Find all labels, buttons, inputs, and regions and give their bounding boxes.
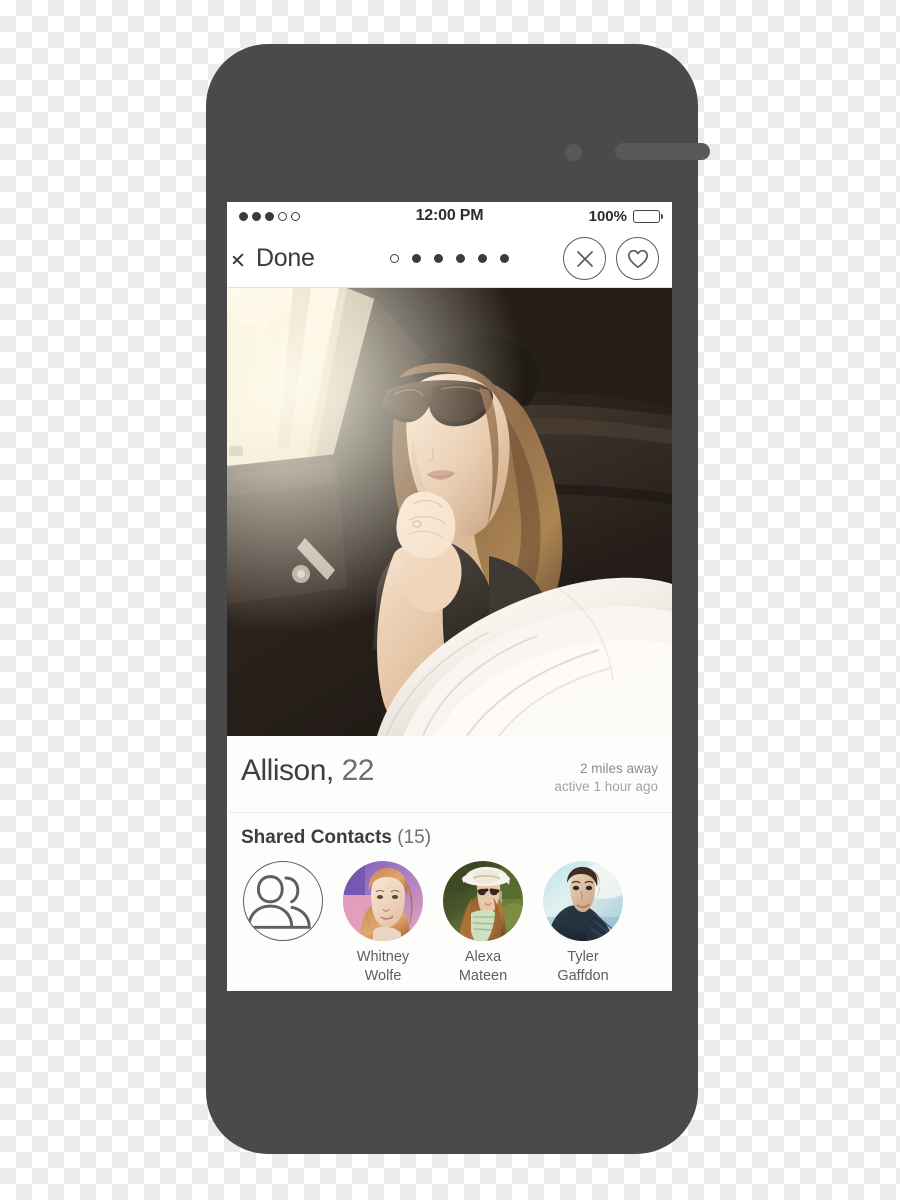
profile-name-age: Allison, 22 — [241, 754, 374, 788]
shared-contacts-label: Shared Contacts — [241, 827, 392, 849]
done-back-button[interactable]: Done — [240, 244, 315, 273]
navigation-bar: Done — [227, 230, 672, 288]
profile-meta: 2 miles away active 1 hour ago — [554, 754, 658, 796]
page-dot-1[interactable] — [390, 254, 399, 263]
heart-icon — [627, 249, 648, 268]
front-camera-icon — [565, 144, 582, 161]
nav-action-buttons — [563, 237, 659, 280]
profile-age-text: 22 — [341, 754, 375, 787]
profile-last-active: active 1 hour ago — [554, 779, 658, 795]
shared-contact-item[interactable]: Whitney Wolfe — [341, 861, 425, 985]
shared-contact-item[interactable]: Tyler Gaffdon — [541, 861, 625, 985]
page-dot-4[interactable] — [456, 254, 465, 263]
shared-contacts-list: Whitney Wolfe Alexa Mateen Tyler Gaffdon — [227, 849, 672, 985]
whitney-avatar-image — [343, 861, 423, 942]
status-bar: 12:00 PM 100% — [227, 202, 672, 230]
alexa-avatar-image — [443, 861, 523, 942]
whitney-avatar — [343, 861, 423, 942]
shared-contacts-heading: Shared Contacts (15) — [227, 813, 672, 849]
contact-first-name: Tyler — [567, 949, 599, 966]
contact-name: Whitney Wolfe — [357, 948, 409, 985]
contact-last-name: Gaffdon — [557, 967, 609, 984]
battery-icon — [633, 209, 663, 223]
done-button-label: Done — [256, 244, 315, 272]
page-dot-2[interactable] — [412, 254, 421, 263]
status-bar-battery-group: 100% — [588, 207, 663, 225]
shared-contacts-all-button[interactable] — [241, 861, 325, 985]
shared-contacts-count: (15) — [397, 827, 432, 849]
group-people-glyph — [247, 875, 311, 930]
contact-name: Alexa Mateen — [459, 948, 507, 985]
contact-first-name: Whitney — [356, 949, 410, 966]
shared-contact-item[interactable]: Alexa Mateen — [441, 861, 525, 985]
close-button[interactable] — [563, 237, 606, 280]
profile-name-row: Allison, 22 2 miles away active 1 hour a… — [227, 736, 672, 814]
page-dot-3[interactable] — [434, 254, 443, 263]
profile-info-card: Allison, 22 2 miles away active 1 hour a… — [227, 736, 672, 991]
profile-distance: 2 miles away — [579, 761, 658, 776]
contact-last-name: Wolfe — [364, 967, 402, 984]
page-dot-6[interactable] — [500, 254, 509, 263]
alexa-avatar — [443, 861, 523, 942]
like-button[interactable] — [616, 237, 659, 280]
page-dot-5[interactable] — [478, 254, 487, 263]
group-people-icon — [243, 861, 323, 942]
contact-first-name: Alexa — [464, 949, 502, 966]
tyler-avatar-image — [543, 861, 623, 942]
profile-name-text: Allison, — [241, 754, 334, 787]
profile-photo-image — [227, 288, 672, 736]
contact-last-name: Mateen — [458, 967, 508, 984]
contact-name: Tyler Gaffdon — [557, 948, 608, 985]
phone-screen: 12:00 PM 100% Done Allison, 22 2 miles a… — [227, 202, 672, 991]
profile-photo[interactable] — [227, 288, 672, 736]
earpiece-speaker — [615, 143, 710, 160]
x-icon — [576, 250, 593, 267]
chevron-left-icon — [240, 247, 254, 271]
tyler-avatar — [543, 861, 623, 942]
page-backdrop: 12:00 PM 100% Done Allison, 22 2 miles a… — [0, 0, 900, 1200]
battery-percent-label: 100% — [588, 207, 627, 225]
